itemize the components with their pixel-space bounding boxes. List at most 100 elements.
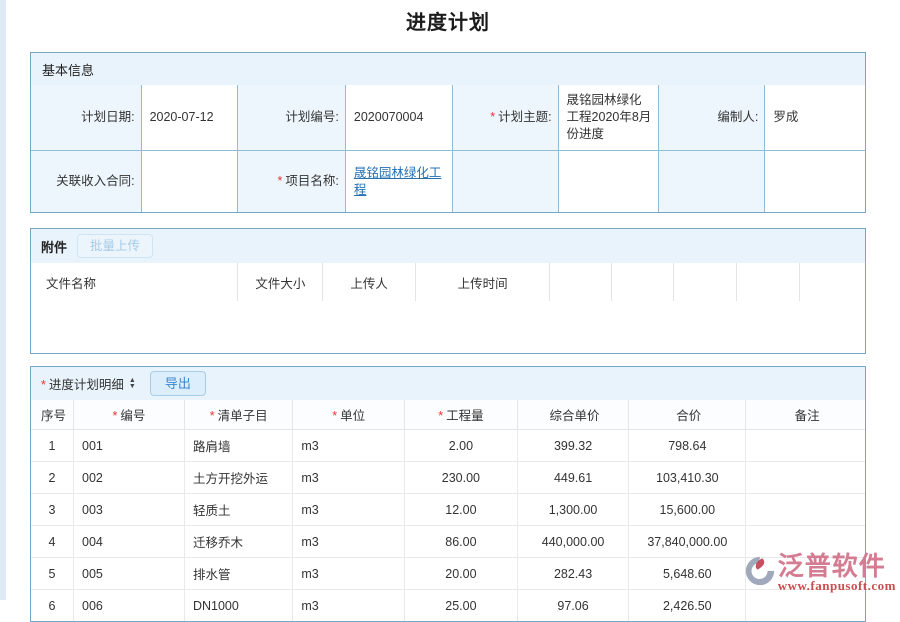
page-title: 进度计划: [30, 11, 866, 35]
cell-seq: 5: [31, 558, 74, 590]
basic-info-header: 基本信息: [31, 53, 865, 85]
col-file-name: 文件名称: [31, 263, 238, 301]
plan-subject-label-cell: *计划主题:: [453, 85, 558, 151]
sort-toggle-icon[interactable]: ▲▼: [129, 378, 136, 390]
related-contract-value: [141, 151, 238, 213]
cell-unit: m3: [293, 590, 405, 622]
detail-header-row: 序号 *编号 *清单子目 *单位 *工程量 综合单价 合价 备注: [31, 400, 865, 430]
project-name-value-cell: 晟铭园林绿化工程: [345, 151, 453, 213]
cell-price: 97.06: [517, 590, 629, 622]
cell-item: 轻质土: [184, 494, 292, 526]
cell-seq: 3: [31, 494, 74, 526]
plan-date-label: 计划日期:: [81, 110, 134, 124]
cell-qty: 12.00: [405, 494, 518, 526]
plan-subject-value: 晟铭园林绿化工程2020年8月份进度: [558, 85, 658, 151]
cell-code: 005: [74, 558, 185, 590]
attachments-title: 附件: [41, 237, 67, 256]
cell-remark: [746, 526, 865, 558]
cell-qty: 20.00: [405, 558, 518, 590]
cell-total: 798.64: [629, 430, 746, 462]
col-upload-time: 上传时间: [415, 263, 549, 301]
attachments-header: 附件 批量上传: [31, 229, 865, 263]
cell-total: 2,426.50: [629, 590, 746, 622]
cell-seq: 1: [31, 430, 74, 462]
table-row: 5 005 排水管 m3 20.00 282.43 5,648.60: [31, 558, 865, 590]
table-row: 4 004 迁移乔木 m3 86.00 440,000.00 37,840,00…: [31, 526, 865, 558]
col-empty-3: [674, 263, 737, 301]
cell-total: 103,410.30: [629, 462, 746, 494]
cell-code: 002: [74, 462, 185, 494]
detail-panel: *进度计划明细 ▲▼ 导出 序号 *编号 *清单子目 *单位 *工程量 综合单价…: [30, 366, 866, 622]
attachments-header-row: 文件名称 文件大小 上传人 上传时间: [31, 263, 865, 301]
empty-value-cell-1: [558, 151, 658, 213]
project-name-label-cell: *项目名称:: [238, 151, 346, 213]
batch-upload-button[interactable]: 批量上传: [77, 234, 153, 259]
col-uploader: 上传人: [323, 263, 416, 301]
basic-info-table: 计划日期: 2020-07-12 计划编号: 2020070004 *计划主题:…: [31, 85, 865, 212]
cell-code: 004: [74, 526, 185, 558]
cell-unit: m3: [293, 558, 405, 590]
cell-qty: 230.00: [405, 462, 518, 494]
cell-seq: 2: [31, 462, 74, 494]
sort-down-icon: ▼: [129, 384, 136, 390]
table-row: 2 002 土方开挖外运 m3 230.00 449.61 103,410.30: [31, 462, 865, 494]
col-item: *清单子目: [184, 400, 292, 430]
basic-info-title: 基本信息: [42, 60, 94, 79]
cell-remark: [746, 462, 865, 494]
cell-qty: 25.00: [405, 590, 518, 622]
empty-value-cell-2: [765, 151, 865, 213]
cell-unit: m3: [293, 430, 405, 462]
cell-code: 006: [74, 590, 185, 622]
cell-remark: [746, 430, 865, 462]
table-row: 6 006 DN1000 m3 25.00 97.06 2,426.50: [31, 590, 865, 622]
cell-item: 土方开挖外运: [184, 462, 292, 494]
cell-seq: 6: [31, 590, 74, 622]
related-contract-label-cell: 关联收入合同:: [31, 151, 141, 213]
plan-date-value: 2020-07-12: [141, 85, 238, 151]
attachments-panel: 附件 批量上传 文件名称 文件大小 上传人 上传时间: [30, 228, 866, 354]
cell-remark: [746, 558, 865, 590]
creator-label-cell: 编制人:: [658, 85, 765, 151]
cell-code: 001: [74, 430, 185, 462]
basic-info-panel: 基本信息 计划日期: 2020-07-12 计划编号: 2020070004 *…: [30, 52, 866, 213]
basic-info-row-1: 计划日期: 2020-07-12 计划编号: 2020070004 *计划主题:…: [31, 85, 865, 151]
cell-qty: 86.00: [405, 526, 518, 558]
cell-item: 路肩墙: [184, 430, 292, 462]
col-empty-2: [611, 263, 674, 301]
col-file-size: 文件大小: [238, 263, 323, 301]
cell-unit: m3: [293, 462, 405, 494]
cell-seq: 4: [31, 526, 74, 558]
plan-no-label-cell: 计划编号:: [238, 85, 346, 151]
col-unit-price: 综合单价: [517, 400, 629, 430]
detail-table: 序号 *编号 *清单子目 *单位 *工程量 综合单价 合价 备注 1 001 路…: [31, 400, 865, 621]
attachments-table-header: 文件名称 文件大小 上传人 上传时间: [31, 263, 865, 301]
col-unit: *单位: [293, 400, 405, 430]
cell-total: 37,840,000.00: [629, 526, 746, 558]
creator-label: 编制人:: [717, 110, 758, 124]
cell-remark: [746, 590, 865, 622]
cell-item: DN1000: [184, 590, 292, 622]
project-name-label: 项目名称:: [285, 174, 338, 188]
cell-total: 5,648.60: [629, 558, 746, 590]
cell-unit: m3: [293, 526, 405, 558]
cell-price: 440,000.00: [517, 526, 629, 558]
project-name-link[interactable]: 晟铭园林绿化工程: [354, 166, 442, 197]
col-code: *编号: [74, 400, 185, 430]
page-left-margin: [0, 0, 6, 600]
basic-info-row-2: 关联收入合同: *项目名称: 晟铭园林绿化工程: [31, 151, 865, 213]
detail-title: *进度计划明细: [41, 374, 124, 393]
plan-subject-label: 计划主题:: [498, 110, 551, 124]
table-row: 1 001 路肩墙 m3 2.00 399.32 798.64: [31, 430, 865, 462]
table-row: 3 003 轻质土 m3 12.00 1,300.00 15,600.00: [31, 494, 865, 526]
export-button[interactable]: 导出: [150, 371, 206, 396]
cell-price: 1,300.00: [517, 494, 629, 526]
cell-qty: 2.00: [405, 430, 518, 462]
cell-item: 排水管: [184, 558, 292, 590]
creator-value: 罗成: [765, 85, 865, 151]
related-contract-label: 关联收入合同:: [56, 174, 134, 188]
cell-item: 迁移乔木: [184, 526, 292, 558]
col-seq: 序号: [31, 400, 74, 430]
cell-code: 003: [74, 494, 185, 526]
cell-price: 282.43: [517, 558, 629, 590]
col-empty-5: [799, 263, 865, 301]
